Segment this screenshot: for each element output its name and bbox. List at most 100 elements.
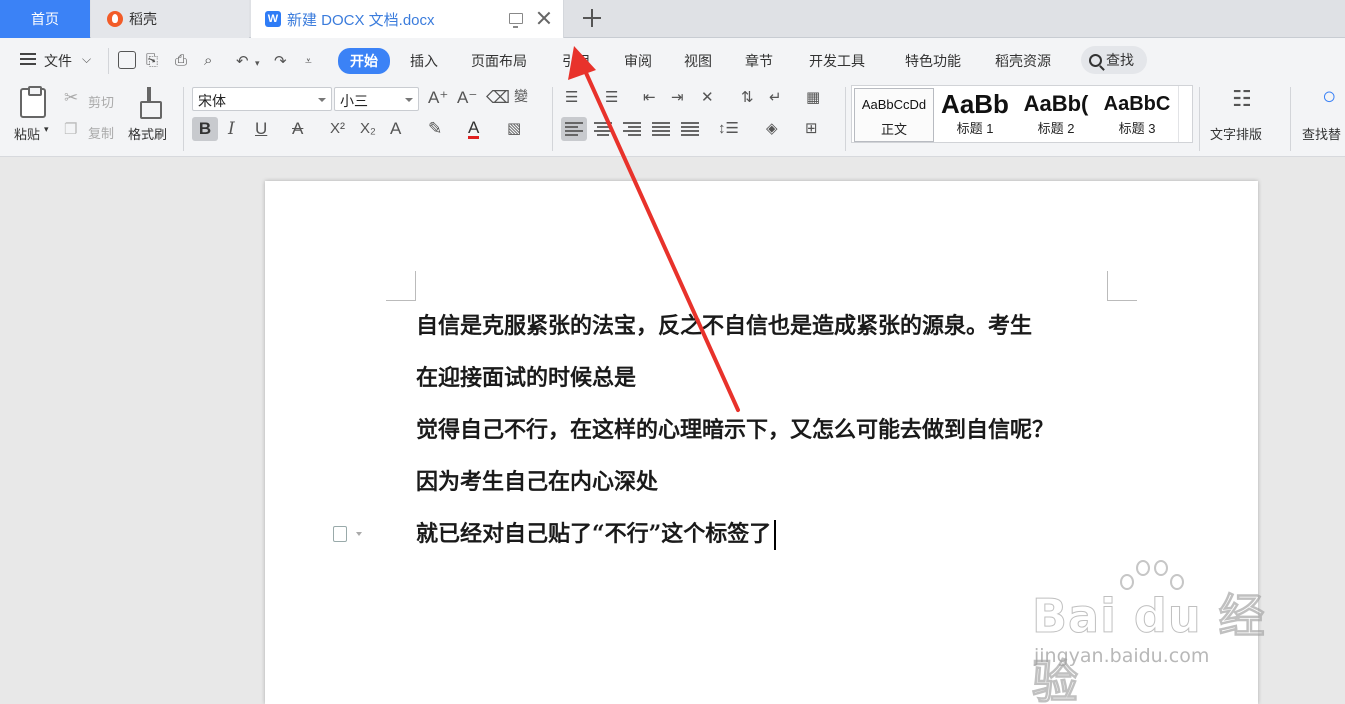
align-center-icon[interactable] — [594, 122, 612, 136]
cut-button[interactable]: 剪切 — [88, 92, 114, 111]
margin-corner-top-left — [386, 271, 416, 301]
chinese-layout-icon[interactable]: ✕ — [701, 88, 714, 108]
numbered-list-icon[interactable]: ☰ — [605, 88, 618, 108]
output-icon[interactable]: ⎘ — [146, 52, 158, 69]
divider — [183, 87, 184, 151]
character-shading-icon[interactable]: ▧ — [507, 119, 521, 139]
justify-icon[interactable] — [652, 122, 670, 136]
underline-icon[interactable]: U — [255, 119, 267, 139]
ribbon-start: 粘贴 ▾ ✂ 剪切 ❐ 复制 格式刷 宋体 小三 A⁺ A⁻ ⌫ 變 B I U… — [0, 83, 1345, 157]
align-right-icon[interactable] — [623, 122, 641, 136]
clear-format-icon[interactable]: ⌫ — [486, 88, 510, 108]
save-icon[interactable] — [118, 51, 136, 69]
paragraph-line[interactable]: 觉得自己不行，在这样的心理暗示下，又怎么可能去做到自信呢？ — [416, 415, 1054, 445]
bold-button[interactable]: B — [192, 117, 218, 141]
style-sample: AaBbCcDd — [861, 97, 927, 112]
customize-toolbar-icon[interactable]: ⩡ — [305, 54, 312, 69]
shading-icon[interactable]: ◈ — [766, 119, 778, 139]
close-tab-icon[interactable] — [536, 10, 552, 26]
paragraph-line-last[interactable]: 就已经对自己贴了“不行”这个标签了 — [416, 519, 777, 550]
font-color-icon[interactable]: A — [468, 119, 480, 139]
borders-icon[interactable]: ⊞ — [805, 119, 818, 139]
menu-page-layout[interactable]: 页面布局 — [471, 51, 527, 71]
paragraph-layout-icon[interactable] — [333, 526, 362, 542]
text-layout-button[interactable]: 文字排版 — [1210, 124, 1262, 143]
strikethrough-icon[interactable]: A — [292, 119, 303, 139]
menu-developer-tools[interactable]: 开发工具 — [809, 51, 865, 71]
tab-daoke[interactable]: 稻壳 — [91, 0, 249, 38]
increase-indent-icon[interactable]: ⇥ — [671, 88, 684, 108]
chevron-down-icon[interactable]: ⌵ — [82, 52, 91, 67]
chevron-down-icon — [318, 98, 326, 102]
divider — [552, 87, 553, 151]
style-name: 标题 1 — [956, 121, 994, 136]
new-tab-plus-icon[interactable] — [580, 6, 604, 30]
print-icon[interactable]: ⎙ — [175, 52, 187, 69]
paragraph-line[interactable]: 因为考生自己在内心深处 — [416, 467, 658, 497]
styles-scrollbar[interactable] — [1178, 86, 1192, 142]
show-marks-icon[interactable]: ↵ — [769, 88, 782, 108]
tab-home-label: 首页 — [31, 11, 59, 27]
phonetic-guide-icon[interactable]: 變 — [514, 86, 528, 106]
italic-icon[interactable]: I — [228, 119, 235, 139]
find-replace-icon[interactable]: ○ — [1322, 85, 1337, 109]
font-size-select[interactable]: 小三 — [334, 87, 419, 111]
menu-references[interactable]: 引用 — [562, 51, 590, 71]
subscript-icon[interactable]: X₂ — [360, 119, 376, 139]
style-name: 正文 — [880, 122, 907, 137]
menu-insert[interactable]: 插入 — [410, 51, 438, 71]
paragraph-line[interactable]: 自信是克服紧张的法宝，反之不自信也是造成紧张的源泉。考生 — [416, 311, 1032, 341]
style-normal[interactable]: AaBbCcDd 正文 — [854, 88, 934, 142]
styles-gallery: AaBbCcDd 正文 AaBb 标题 1 AaBb( 标题 2 AaBbC 标… — [851, 85, 1193, 143]
menu-view[interactable]: 视图 — [684, 51, 712, 71]
cut-icon: ✂ — [64, 88, 79, 107]
undo-dropdown-icon[interactable]: ▾ — [255, 58, 260, 69]
sort-icon[interactable]: ⇅ — [741, 88, 754, 108]
menu-daoke-resources[interactable]: 稻壳资源 — [995, 51, 1051, 71]
paragraph-line[interactable]: 在迎接面试的时候总是 — [416, 363, 636, 393]
format-painter-button[interactable]: 格式刷 — [128, 124, 167, 143]
table-grid-icon[interactable]: ▦ — [806, 88, 820, 108]
divider — [1290, 87, 1291, 151]
distributed-icon[interactable] — [681, 122, 699, 136]
baidu-jingyan-watermark: Bai du 经验 jingyan.baidu.com — [1032, 560, 1282, 704]
menu-chapter[interactable]: 章节 — [745, 51, 773, 71]
format-painter-icon[interactable] — [139, 87, 162, 119]
style-heading-2[interactable]: AaBb( 标题 2 — [1016, 88, 1096, 142]
style-name: 标题 3 — [1118, 121, 1156, 136]
style-heading-3[interactable]: AaBbC 标题 3 — [1097, 88, 1177, 142]
copy-icon: ❐ — [64, 121, 78, 138]
bullet-list-icon[interactable]: ☰ — [565, 88, 578, 108]
undo-icon[interactable]: ↶ — [236, 52, 249, 70]
search-button[interactable]: 查找 — [1081, 46, 1147, 74]
paste-icon[interactable] — [20, 86, 46, 118]
menu-file[interactable]: 文件 — [44, 51, 72, 71]
highlight-icon[interactable]: ✎ — [428, 119, 442, 139]
watermark-brand: Bai du 经验 — [1032, 589, 1266, 704]
redo-icon[interactable]: ↷ — [274, 52, 287, 70]
paste-button[interactable]: 粘贴 — [14, 124, 40, 143]
font-name-select[interactable]: 宋体 — [192, 87, 332, 111]
hamburger-icon[interactable] — [20, 53, 36, 65]
text-effect-icon[interactable]: A — [390, 119, 401, 139]
tab-document-label: 新建 DOCX 文档.docx — [287, 11, 435, 29]
print-preview-icon[interactable]: ⌕ — [204, 52, 212, 69]
menu-start[interactable]: 开始 — [338, 48, 390, 74]
float-window-icon[interactable] — [509, 13, 523, 28]
paste-dropdown-icon[interactable]: ▾ — [44, 124, 49, 135]
find-replace-button[interactable]: 查找替 — [1302, 124, 1341, 143]
daoke-logo-icon — [107, 11, 123, 27]
copy-button[interactable]: 复制 — [88, 123, 114, 142]
decrease-font-icon[interactable]: A⁻ — [457, 88, 477, 108]
superscript-icon[interactable]: X² — [330, 119, 345, 139]
tab-document[interactable]: W 新建 DOCX 文档.docx — [251, 0, 564, 38]
menu-review[interactable]: 审阅 — [624, 51, 652, 71]
increase-font-icon[interactable]: A⁺ — [428, 88, 448, 108]
menu-special-features[interactable]: 特色功能 — [905, 51, 961, 71]
style-heading-1[interactable]: AaBb 标题 1 — [935, 88, 1015, 142]
decrease-indent-icon[interactable]: ⇤ — [643, 88, 656, 108]
text-layout-icon[interactable]: ☷ — [1232, 88, 1252, 110]
tab-home[interactable]: 首页 — [0, 0, 90, 38]
line-spacing-icon[interactable]: ↕☰ — [718, 119, 739, 139]
watermark-url: jingyan.baidu.com — [1034, 645, 1210, 667]
